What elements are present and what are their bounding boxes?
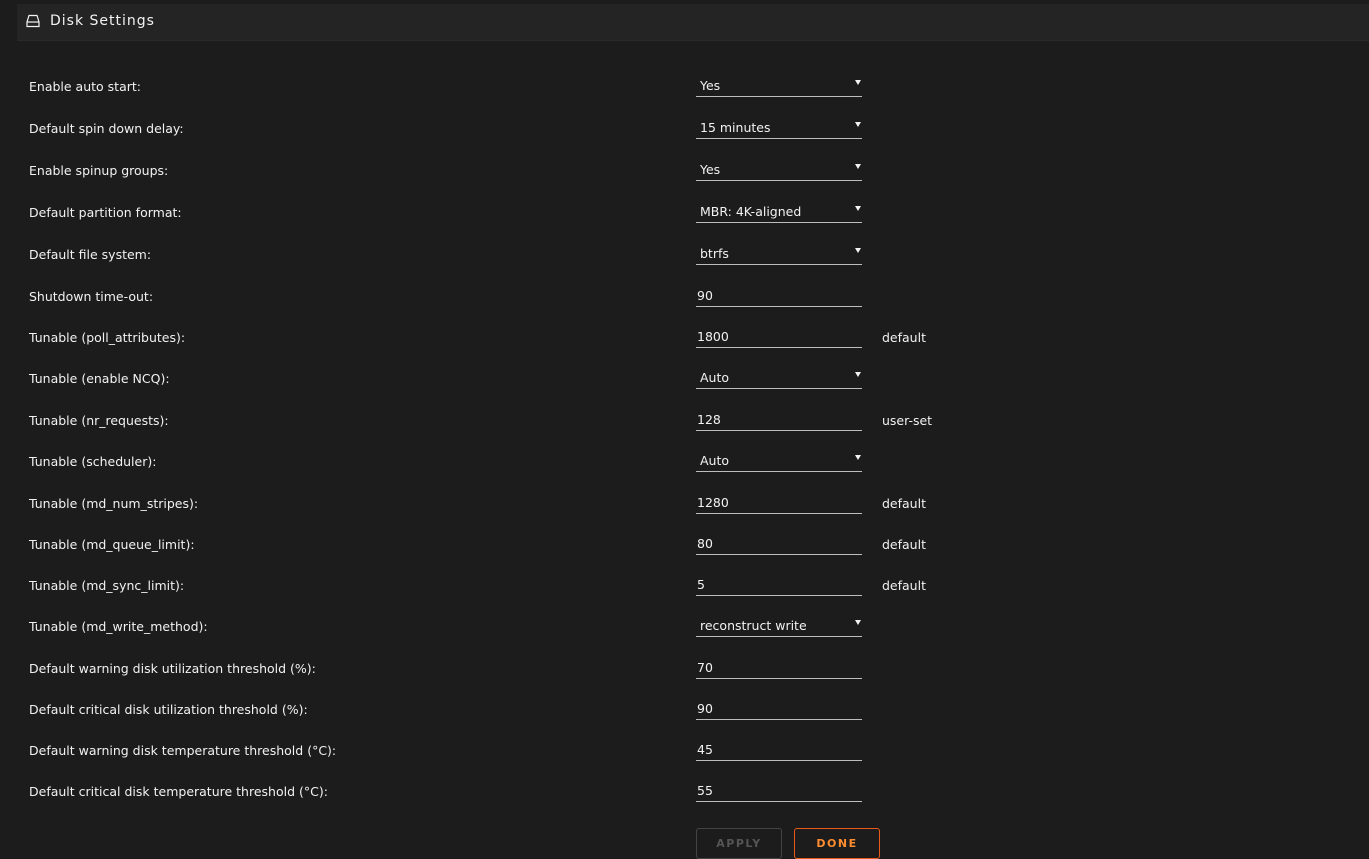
setting-value: 45 [697,742,713,757]
setting-input[interactable]: 1280 [696,490,862,514]
setting-label: Default spin down delay: [29,121,184,136]
setting-row: Default file system: btrfs [0,246,1369,283]
setting-row: Enable spinup groups: Yes [0,162,1369,199]
setting-note: user-set [882,413,933,428]
dropdown-arrow-icon [855,620,861,625]
page-title: Disk Settings [50,13,155,29]
setting-input[interactable]: 80 [696,531,862,555]
setting-label: Tunable (enable NCQ): [29,371,170,386]
setting-value: reconstruct write [700,618,807,633]
setting-select[interactable]: MBR: 4K-aligned [696,199,862,223]
setting-value: Yes [700,78,721,93]
apply-button[interactable]: APPLY [696,828,782,859]
setting-value: MBR: 4K-aligned [700,204,802,219]
setting-note: default [882,578,926,593]
setting-value: 1800 [697,329,729,344]
setting-input[interactable]: 90 [696,283,862,307]
setting-value: Auto [700,453,730,468]
dropdown-arrow-icon [855,248,861,253]
setting-value: 70 [697,660,713,675]
setting-note: default [882,537,926,552]
setting-input[interactable]: 128 [696,407,862,431]
setting-input[interactable]: 45 [696,737,862,761]
setting-input[interactable]: 55 [696,778,862,802]
dropdown-arrow-icon [855,164,861,169]
setting-select[interactable]: Auto [696,448,862,472]
setting-row: Default critical disk temperature thresh… [0,783,1369,820]
setting-input[interactable]: 1800 [696,324,862,348]
dropdown-arrow-icon [855,206,861,211]
setting-row: Shutdown time-out: 90 [0,288,1369,325]
setting-note: default [882,496,926,511]
setting-row: Default spin down delay: 15 minutes [0,120,1369,157]
setting-label: Default warning disk temperature thresho… [29,743,337,758]
setting-select[interactable]: Yes [696,157,862,181]
setting-row: Default critical disk utilization thresh… [0,701,1369,738]
dropdown-arrow-icon [855,455,861,460]
setting-label: Tunable (md_queue_limit): [29,537,195,552]
setting-row: Tunable (md_num_stripes): 1280 default [0,495,1369,532]
dropdown-arrow-icon [855,372,861,377]
setting-input[interactable]: 90 [696,696,862,720]
setting-select[interactable]: Yes [696,73,862,97]
setting-select[interactable]: 15 minutes [696,115,862,139]
hdd-icon [26,14,40,28]
setting-label: Shutdown time-out: [29,289,154,304]
setting-label: Default critical disk temperature thresh… [29,784,328,799]
setting-value: Auto [700,370,730,385]
setting-value: btrfs [700,246,729,261]
setting-label: Tunable (scheduler): [29,454,157,469]
setting-label: Default partition format: [29,205,182,220]
setting-row: Tunable (poll_attributes): 1800 default [0,329,1369,366]
setting-select[interactable]: reconstruct write [696,613,862,637]
setting-value: 1280 [697,495,729,510]
setting-label: Default critical disk utilization thresh… [29,702,308,717]
setting-select[interactable]: Auto [696,365,862,389]
setting-label: Tunable (md_num_stripes): [29,496,199,511]
setting-label: Enable auto start: [29,79,141,94]
setting-value: 55 [697,783,713,798]
setting-row: Tunable (scheduler): Auto [0,453,1369,490]
setting-note: default [882,330,926,345]
setting-select[interactable]: btrfs [696,241,862,265]
setting-label: Default warning disk utilization thresho… [29,661,316,676]
setting-value: 90 [697,288,713,303]
setting-value: 15 minutes [700,120,771,135]
setting-row: Enable auto start: Yes [0,78,1369,115]
setting-label: Enable spinup groups: [29,163,169,178]
setting-label: Tunable (poll_attributes): [29,330,186,345]
setting-row: Default warning disk temperature thresho… [0,742,1369,779]
setting-row: Default warning disk utilization thresho… [0,660,1369,697]
setting-value: 5 [697,577,705,592]
setting-row: Tunable (md_queue_limit): 80 default [0,536,1369,573]
setting-row: Tunable (nr_requests): 128 user-set [0,412,1369,449]
setting-row: Default partition format: MBR: 4K-aligned [0,204,1369,241]
setting-label: Default file system: [29,247,152,262]
setting-row: Tunable (md_sync_limit): 5 default [0,577,1369,614]
setting-label: Tunable (md_sync_limit): [29,578,185,593]
setting-row: Tunable (enable NCQ): Auto [0,370,1369,407]
setting-value: 80 [697,536,713,551]
setting-label: Tunable (md_write_method): [29,619,208,634]
dropdown-arrow-icon [855,80,861,85]
setting-value: Yes [700,162,721,177]
section-header: Disk Settings [17,4,1369,41]
setting-label: Tunable (nr_requests): [29,413,169,428]
setting-value: 90 [697,701,713,716]
setting-row: Tunable (md_write_method): reconstruct wr… [0,618,1369,655]
setting-input[interactable]: 70 [696,655,862,679]
setting-input[interactable]: 5 [696,572,862,596]
dropdown-arrow-icon [855,122,861,127]
done-button[interactable]: DONE [794,828,880,859]
setting-value: 128 [697,412,721,427]
